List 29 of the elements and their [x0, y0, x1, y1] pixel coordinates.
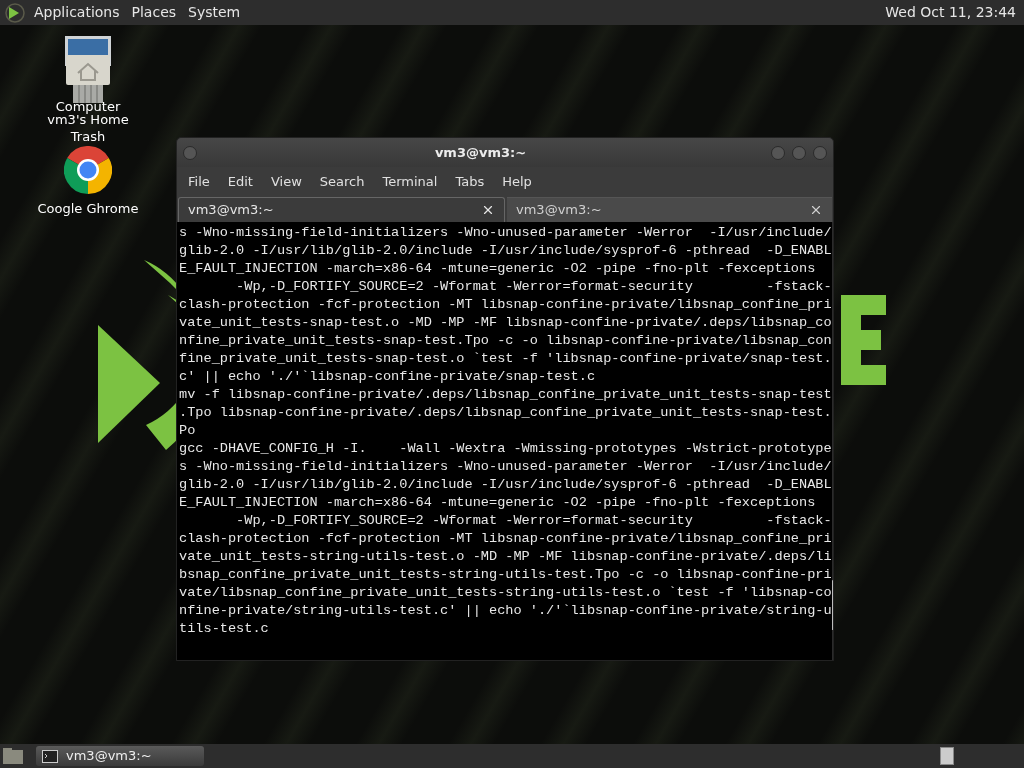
menu-item[interactable]: Tabs — [446, 172, 494, 192]
panel-menu[interactable]: Applications — [34, 2, 120, 23]
menu-item[interactable]: Edit — [218, 172, 262, 192]
close-tab-icon[interactable] — [481, 203, 495, 217]
tab[interactable]: vm3@vm3:~ — [507, 197, 832, 222]
show-desktop-icon[interactable] — [2, 747, 24, 765]
panel-menu[interactable]: System — [188, 2, 241, 23]
panel-menu[interactable]: Places — [131, 2, 177, 23]
terminal-output: s -Wno-missing-field-initializers -Wno-unused-parameter -Werror -I/usr/include/ glib-2.0 -I/usr/lib/glib-2.0/include -I/usr/include/sysprof-6 -pthread -D_ENABL E_FAULT_INJECTION -march=x86-64 -mtune=generic -O2 -pipe -fno-plt -fexceptions -Wp,-D_FORTIFY_SOURCE=2 -Wformat -Werror=format-security -fstack- clash-protection -fcf-protection -MT libsnap-confine-private/libsnap_confine_pri vate_unit_tests-snap-test.o -MD -MP -MF libsnap-confine-private/.deps/libsnap_co nfine_private_unit_tests-snap-test.Tpo -c -o libsnap-confine-private/libsnap_con fine_private_unit_tests-snap-test.o `test -f 'libsnap-confine-private/snap-test. c' || echo './'`libsnap-confine-private/snap-test.c mv -f libsnap-confine-private/.deps/libsnap_confine_private_unit_tests-snap-test .Tpo libsnap-confine-private/.deps/libsnap_confine_private_unit_tests-snap-test. Po gcc -DHAVE_CONFIG_H -I. -Wall -Wextra -Wmissing-prototypes -Wstrict-prototype s -Wno-missing-field-initializers -Wno-unused-parameter -Werror -I/usr/include/ glib-2.0 -I/usr/lib/glib-2.0/include -I/usr/include/sysprof-6 -pthread -D_ENABL E_FAULT_INJECTION -march=x86-64 -mtune=generic -O2 -pipe -fno-plt -fexceptions -Wp,-D_FORTIFY_SOURCE=2 -Wformat -Werror=format-security -fstack- clash-protection -fcf-protection -MT libsnap-confine-private/libsnap_confine_pri vate_unit_tests-string-utils-test.o -MD -MP -MF libsnap-confine-private/.deps/li bsnap_confine_private_unit_tests-string-utils-test.Tpo -c -o libsnap-confine-pri vate/libsnap_confine_private_unit_tests-string-utils-test.o `test -f 'libsnap-co nfine-private/string-utils-test.c' || echo './'`libsnap-confine-private/string-u tils-test.c — [178, 224, 832, 638]
task-button[interactable]: vm3@vm3:~ — [36, 746, 204, 766]
terminal-icon — [42, 749, 58, 763]
workspace-switcher[interactable] — [940, 747, 954, 765]
menu-item[interactable]: Help — [493, 172, 541, 192]
close-tab-icon[interactable] — [809, 203, 823, 217]
menu-item[interactable]: View — [261, 172, 311, 192]
icon-label[interactable]: vm3's Home — [47, 113, 129, 126]
menu-item[interactable]: Search — [310, 172, 374, 192]
stacked-icons-drawing[interactable] — [62, 35, 114, 103]
clock[interactable]: Wed Oct 11, 23:44 — [885, 2, 1016, 23]
window-title: vm3@vm3:~ — [433, 143, 528, 162]
icon-label[interactable]: Coogle Ghrome — [37, 199, 139, 219]
scrollbar[interactable] — [831, 222, 833, 660]
tab[interactable]: vm3@vm3:~ — [178, 197, 505, 222]
menu-item[interactable]: Terminal — [373, 172, 447, 192]
menu-logo-icon[interactable] — [4, 2, 26, 23]
browser-logo-icon[interactable] — [64, 146, 112, 194]
menu-item[interactable]: File — [179, 172, 219, 192]
icon-label[interactable]: Computer — [55, 100, 121, 113]
icon-label[interactable]: Trash — [70, 130, 106, 144]
